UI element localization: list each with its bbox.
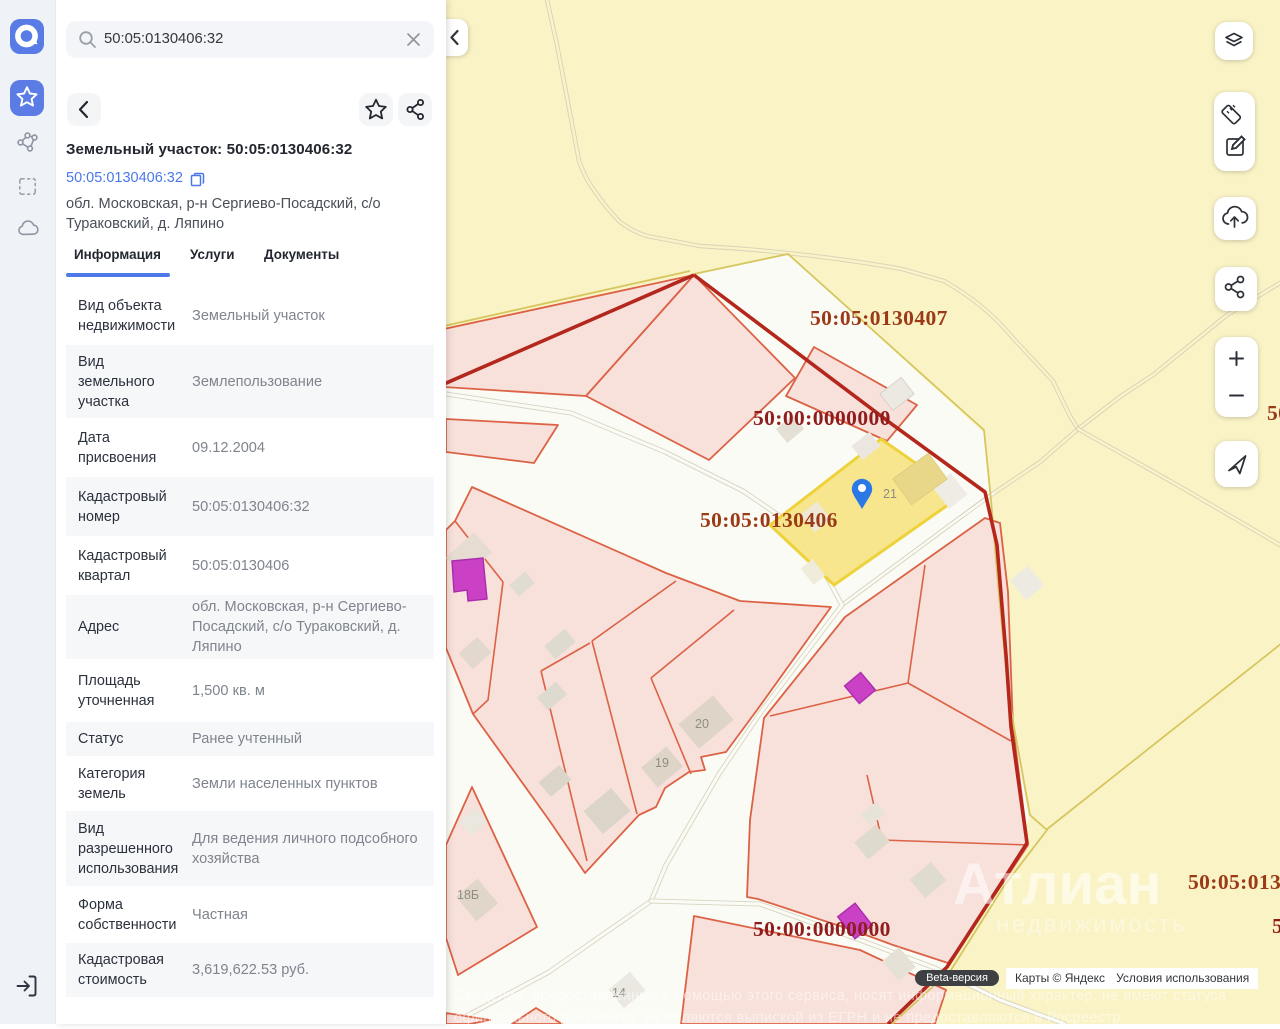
svg-text:50:05:01304: 50:05:01304 xyxy=(1188,870,1280,894)
svg-text:20: 20 xyxy=(695,717,709,731)
svg-text:официального документа, не явл: официального документа, не являются выпи… xyxy=(454,1010,1121,1024)
svg-text:50:: 50: xyxy=(1267,401,1280,425)
svg-text:50:00:0000000: 50:00:0000000 xyxy=(753,406,891,430)
svg-text:21: 21 xyxy=(883,487,897,501)
svg-text:50:05:0130407: 50:05:0130407 xyxy=(810,306,948,330)
svg-text:19: 19 xyxy=(655,756,669,770)
svg-text:Сведения, предоставленные с по: Сведения, предоставленные с помощью этог… xyxy=(454,988,1227,1004)
svg-text:18Б: 18Б xyxy=(457,888,479,902)
svg-text:50:05:0130406: 50:05:0130406 xyxy=(700,508,838,532)
svg-text:50: 50 xyxy=(1272,914,1280,938)
svg-text:Атлиан: Атлиан xyxy=(953,852,1162,917)
svg-text:недвижимость: недвижимость xyxy=(996,911,1187,938)
svg-text:50:00:0000000: 50:00:0000000 xyxy=(753,917,891,941)
